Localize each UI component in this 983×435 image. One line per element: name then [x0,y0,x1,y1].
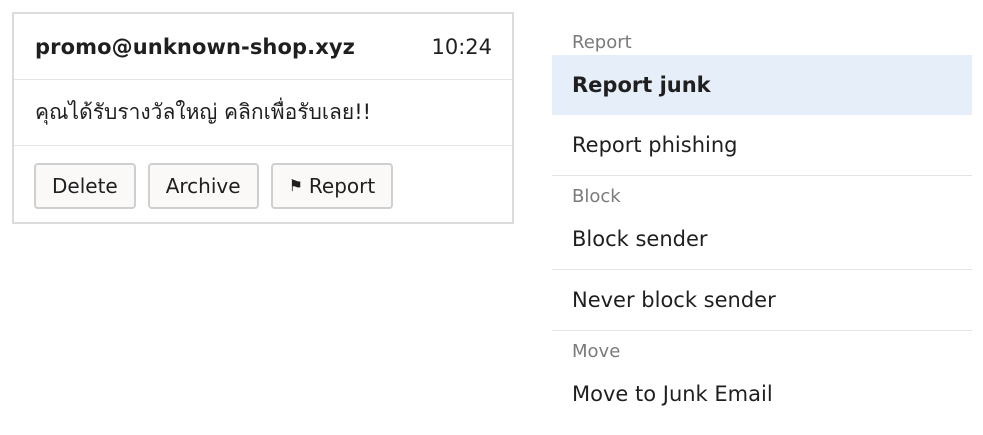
menu-group-block-label: Block [572,186,621,207]
email-time: 10:24 [431,34,492,59]
menu-item-move-to-junk[interactable]: Move to Junk Email [552,364,972,424]
report-menu: Report Report junk Report phishing Block… [552,22,972,424]
flag-icon: ⚑ [288,176,303,195]
menu-group-report-label: Report [572,32,632,53]
sender-address: promo@unknown-shop.xyz [35,34,355,59]
menu-item-report-phishing[interactable]: Report phishing [552,115,972,175]
archive-button-label: Archive [165,174,241,198]
archive-button[interactable]: Archive [147,163,259,209]
email-subject: คุณได้รับรางวัลใหญ่ คลิกเพื่อรับเลย!! [14,80,512,146]
report-button[interactable]: ⚑ Report [270,163,394,209]
email-header: promo@unknown-shop.xyz 10:24 [14,14,512,80]
email-card: promo@unknown-shop.xyz 10:24 คุณได้รับรา… [12,12,514,224]
menu-group-move-label: Move [572,341,621,362]
report-button-label: Report [308,174,376,198]
email-actions: Delete Archive ⚑ Report [14,146,512,209]
menu-item-report-junk[interactable]: Report junk [552,55,972,115]
delete-button-label: Delete [52,174,118,198]
menu-item-block-sender[interactable]: Block sender [552,209,972,269]
delete-button[interactable]: Delete [34,163,136,209]
menu-item-never-block-sender[interactable]: Never block sender [552,270,972,330]
